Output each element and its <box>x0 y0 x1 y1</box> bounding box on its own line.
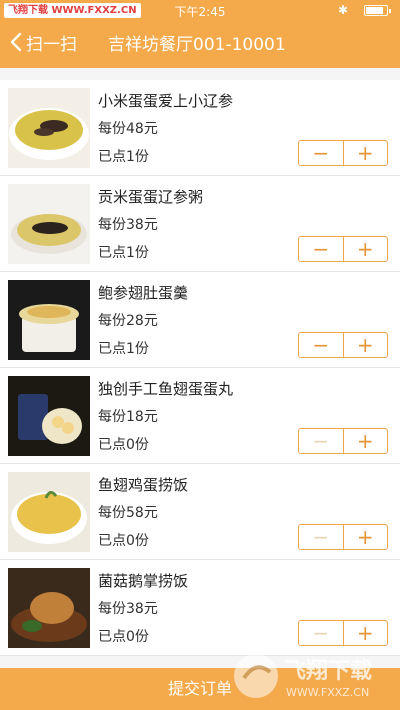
submit-order-button[interactable]: 提交订单 <box>0 668 400 710</box>
dish-name: 贡米蛋蛋辽参粥 <box>98 188 204 206</box>
minus-button[interactable]: − <box>299 237 344 261</box>
list-item: 鱼翅鸡蛋捞饭 每份58元 已点0份 − + <box>0 464 400 560</box>
dish-count: 已点1份 <box>98 149 149 165</box>
dish-list: 小米蛋蛋爱上小辽参 每份48元 已点1份 − + 贡米蛋蛋辽参粥 每份38元 已… <box>0 80 400 656</box>
dish-price: 每份48元 <box>98 121 158 137</box>
minus-button[interactable]: − <box>299 141 344 165</box>
list-item: 贡米蛋蛋辽参粥 每份38元 已点1份 − + <box>0 176 400 272</box>
minus-button[interactable]: − <box>299 333 344 357</box>
plus-button[interactable]: + <box>344 141 388 165</box>
dish-count: 已点0份 <box>98 533 149 549</box>
list-item: 菌菇鹅掌捞饭 每份38元 已点0份 − + <box>0 560 400 656</box>
dish-price: 每份18元 <box>98 409 158 425</box>
dish-count: 已点1份 <box>98 341 149 357</box>
quantity-stepper: − + <box>298 524 388 550</box>
plus-button[interactable]: + <box>344 621 388 645</box>
plus-button[interactable]: + <box>344 525 388 549</box>
dish-name: 鲍参翅肚蛋羹 <box>98 284 189 302</box>
quantity-stepper: − + <box>298 236 388 262</box>
dish-image <box>8 280 90 360</box>
dish-price: 每份28元 <box>98 313 158 329</box>
dish-image <box>8 472 90 552</box>
quantity-stepper: − + <box>298 428 388 454</box>
dish-name: 鱼翅鸡蛋捞饭 <box>98 476 189 494</box>
dish-image <box>8 568 90 648</box>
plus-button[interactable]: + <box>344 333 388 357</box>
dish-count: 已点0份 <box>98 437 149 453</box>
back-button[interactable]: 扫一扫 <box>10 28 77 56</box>
dish-name: 菌菇鹅掌捞饭 <box>98 572 189 590</box>
status-bar: 飞翔下载 WWW.FXXZ.CN 下午2:45 ✱ <box>0 0 400 20</box>
dish-image <box>8 376 90 456</box>
dish-name: 独创手工鱼翅蛋蛋丸 <box>98 380 234 398</box>
page-title: 吉祥坊餐厅001-10001 <box>108 35 286 55</box>
dish-count: 已点0份 <box>98 629 149 645</box>
dish-image <box>8 88 90 168</box>
quantity-stepper: − + <box>298 140 388 166</box>
battery-icon <box>364 5 391 16</box>
plus-button[interactable]: + <box>344 237 388 261</box>
quantity-stepper: − + <box>298 332 388 358</box>
dish-price: 每份38元 <box>98 601 158 617</box>
list-item: 独创手工鱼翅蛋蛋丸 每份18元 已点0份 − + <box>0 368 400 464</box>
dish-image <box>8 184 90 264</box>
list-item: 小米蛋蛋爱上小辽参 每份48元 已点1份 − + <box>0 80 400 176</box>
list-item: 鲍参翅肚蛋羹 每份28元 已点1份 − + <box>0 272 400 368</box>
nav-bar: 扫一扫 吉祥坊餐厅001-10001 <box>0 20 400 64</box>
dish-price: 每份38元 <box>98 217 158 233</box>
chevron-left-icon <box>10 32 22 52</box>
dish-name: 小米蛋蛋爱上小辽参 <box>98 92 234 110</box>
dish-count: 已点1份 <box>98 245 149 261</box>
back-label: 扫一扫 <box>26 34 77 55</box>
minus-button[interactable]: − <box>299 429 344 453</box>
minus-button[interactable]: − <box>299 621 344 645</box>
plus-button[interactable]: + <box>344 429 388 453</box>
dish-price: 每份58元 <box>98 505 158 521</box>
quantity-stepper: − + <box>298 620 388 646</box>
minus-button[interactable]: − <box>299 525 344 549</box>
bluetooth-icon: ✱ <box>337 3 348 17</box>
